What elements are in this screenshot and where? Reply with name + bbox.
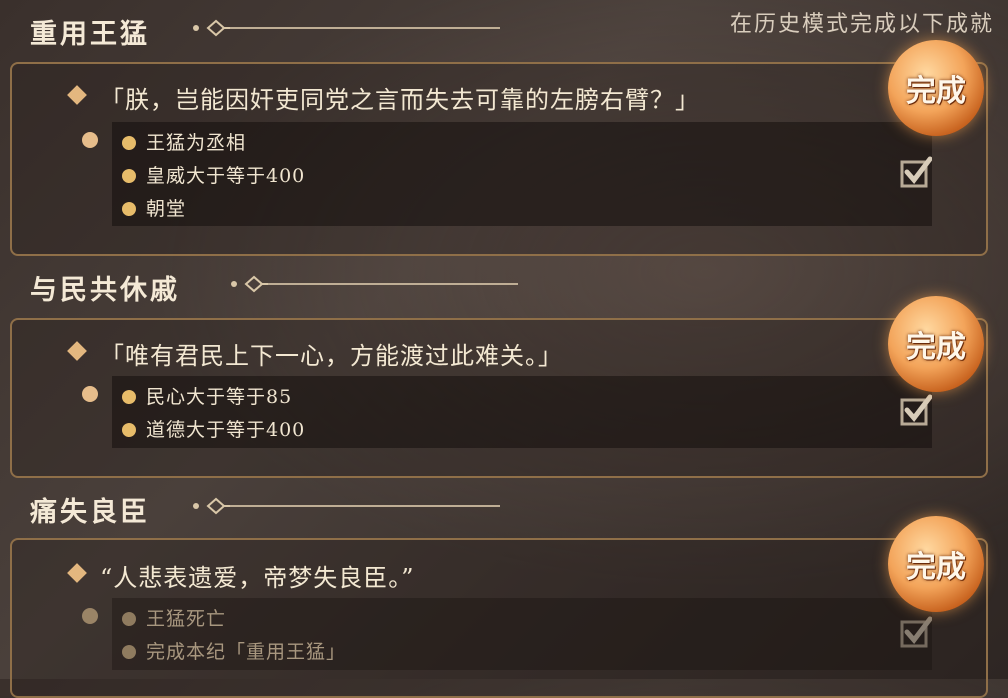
bullet-icon xyxy=(122,136,136,150)
condition-item: 皇威大于等于400 xyxy=(122,161,305,188)
condition-list: 王猛死亡 完成本纪「重用王猛」 xyxy=(112,598,932,670)
condition-marker-icon xyxy=(82,132,98,148)
bullet-icon xyxy=(122,423,136,437)
completed-stamp-label: 完成 xyxy=(906,330,966,365)
checkbox-checked-icon[interactable] xyxy=(900,156,932,188)
bullet-icon xyxy=(122,202,136,216)
condition-item: 道德大于等于400 xyxy=(122,415,305,442)
bullet-icon xyxy=(122,645,136,659)
bullet-icon xyxy=(122,169,136,183)
achievement-title: 痛失良臣 xyxy=(30,497,150,528)
completed-stamp-label: 完成 xyxy=(906,74,966,109)
title-ornament-icon xyxy=(231,275,518,293)
condition-item: 王猛死亡 xyxy=(122,604,226,631)
achievement-quote: “人悲表遗爱，帝梦失良臣。” xyxy=(100,564,415,592)
achievement-quote: 「朕，岂能因奸吏同党之言而失去可靠的左膀右臂？」 xyxy=(100,86,700,114)
condition-item: 朝堂 xyxy=(122,194,186,221)
condition-marker-icon xyxy=(82,386,98,402)
bullet-icon xyxy=(122,390,136,404)
achievement-quote: 「唯有君民上下一心，方能渡过此难关。」 xyxy=(100,342,563,370)
mode-hint-text: 在历史模式完成以下成就 xyxy=(729,12,994,37)
condition-marker-icon xyxy=(82,608,98,624)
achievement-title: 与民共休戚 xyxy=(30,275,180,306)
condition-list: 民心大于等于85 道德大于等于400 xyxy=(112,376,932,448)
completed-stamp-icon: 完成 xyxy=(888,296,984,392)
condition-list: 王猛为丞相 皇威大于等于400 朝堂 xyxy=(112,122,932,226)
title-ornament-icon xyxy=(193,19,500,37)
condition-item: 王猛为丞相 xyxy=(122,128,246,155)
checkbox-checked-icon[interactable] xyxy=(900,394,932,426)
completed-stamp-label: 完成 xyxy=(906,550,966,585)
checkbox-checked-icon[interactable] xyxy=(900,616,932,648)
completed-stamp-icon: 完成 xyxy=(888,516,984,612)
completed-stamp-icon: 完成 xyxy=(888,40,984,136)
condition-item: 完成本纪「重用王猛」 xyxy=(122,637,346,664)
bullet-icon xyxy=(122,612,136,626)
condition-item: 民心大于等于85 xyxy=(122,382,292,409)
achievement-title: 重用王猛 xyxy=(30,19,150,50)
title-ornament-icon xyxy=(193,497,500,515)
